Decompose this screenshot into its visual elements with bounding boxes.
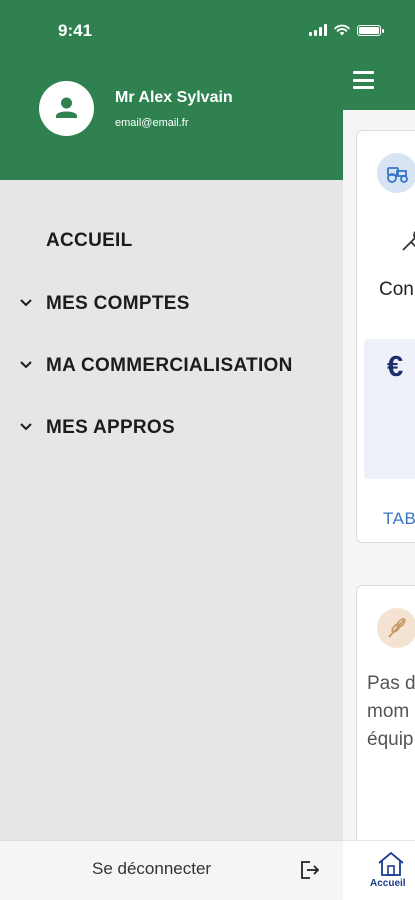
info-text-line: équip	[367, 729, 414, 750]
background-page: Con € TAB Pas d mom équip Accueil	[343, 0, 415, 900]
tool-icon	[402, 231, 415, 251]
card-link[interactable]: TAB	[383, 509, 415, 529]
user-email: email@email.fr	[115, 117, 189, 129]
wheat-icon	[377, 608, 415, 648]
menu-item-mes-comptes[interactable]: MES COMPTES	[0, 284, 343, 324]
menu-item-accueil[interactable]: ACCUEIL	[0, 221, 343, 261]
info-text-line: mom	[367, 701, 410, 722]
menu-icon[interactable]	[353, 71, 374, 89]
info-card: Pas d mom équip	[356, 585, 415, 865]
avatar[interactable]	[39, 81, 94, 136]
home-icon[interactable]	[376, 851, 406, 877]
menu-item-label: MES APPROS	[46, 417, 175, 438]
dashboard-card[interactable]: Con € TAB	[356, 130, 415, 543]
user-name: Mr Alex Sylvain	[115, 89, 233, 106]
menu-item-ma-commercialisation[interactable]: MA COMMERCIALISATION	[0, 346, 343, 386]
wifi-icon	[334, 24, 350, 36]
menu-item-label: ACCUEIL	[46, 230, 133, 251]
menu-item-label: MES COMPTES	[46, 293, 190, 314]
status-icons	[309, 24, 384, 36]
logout-label: Se déconnecter	[92, 859, 212, 878]
info-text: Pas d mom équip	[367, 670, 415, 754]
logout-icon	[301, 861, 320, 879]
cellular-signal-icon	[309, 24, 327, 36]
card-title: Con	[379, 279, 414, 300]
balance-box: €	[364, 339, 415, 479]
logout-button[interactable]: Se déconnecter	[0, 840, 343, 900]
chevron-down-icon	[20, 299, 32, 307]
info-text-line: Pas d	[367, 673, 415, 694]
nav-label-home[interactable]: Accueil	[370, 878, 406, 889]
user-icon	[56, 97, 77, 118]
menu-item-mes-appros[interactable]: MES APPROS	[0, 408, 343, 448]
battery-icon	[357, 24, 384, 36]
bottom-nav: Accueil	[343, 840, 415, 900]
menu-item-label: MA COMMERCIALISATION	[46, 355, 293, 376]
tractor-icon	[377, 153, 415, 193]
chevron-down-icon	[20, 423, 32, 431]
chevron-down-icon	[20, 361, 32, 369]
status-time: 9:41	[58, 21, 93, 40]
euro-icon: €	[387, 351, 404, 383]
status-bar: 9:41	[0, 0, 415, 60]
side-drawer: Mr Alex Sylvain email@email.fr ACCUEIL M…	[0, 0, 343, 900]
